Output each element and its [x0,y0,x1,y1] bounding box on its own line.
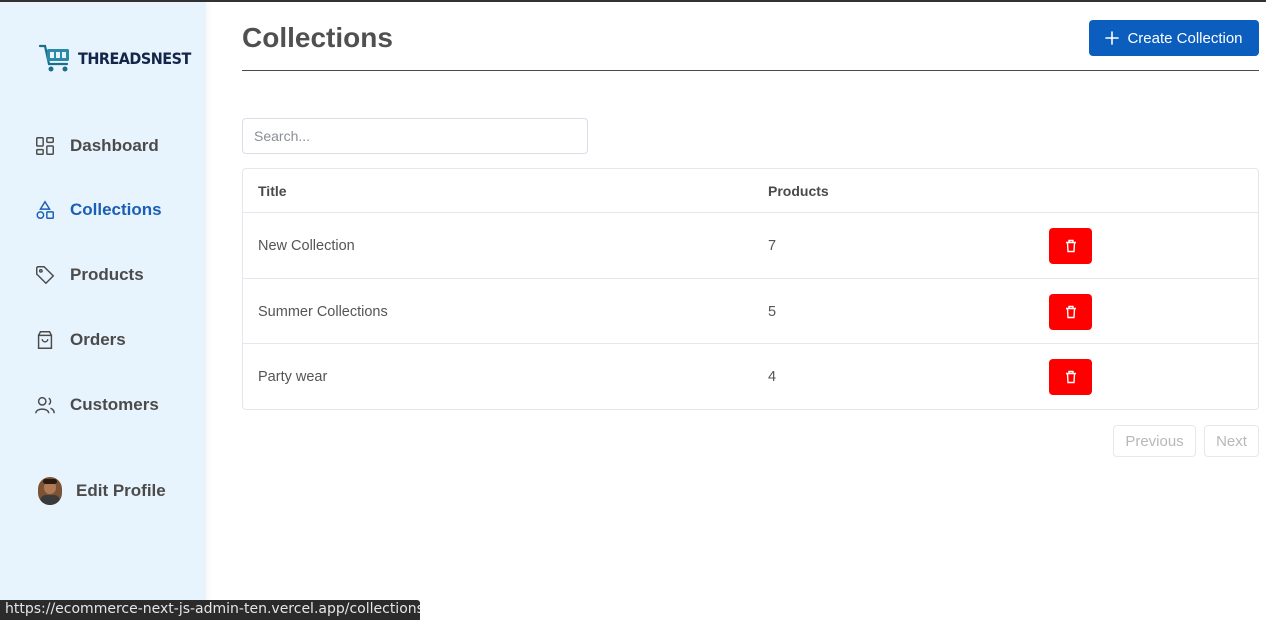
avatar [38,477,62,505]
page-title: Collections [242,22,393,53]
brand-name: THREADSNEST [78,48,191,68]
collection-title[interactable]: Summer Collections [258,304,388,320]
sidebar-item-collections[interactable]: Collections [34,199,162,221]
create-collection-button[interactable]: Create Collection [1089,20,1259,56]
shopping-bag-icon [37,331,53,349]
sidebar-item-orders[interactable]: Orders [34,329,126,351]
collection-product-count: 7 [768,238,777,254]
delete-button[interactable] [1049,293,1092,330]
status-bar-url: https://ecommerce-next-js-admin-ten.verc… [0,600,420,620]
header-divider [242,70,1259,71]
column-header-products[interactable]: Products [768,183,829,199]
sidebar-item-products[interactable]: Products [34,264,144,286]
next-page-button[interactable]: Next [1204,425,1259,457]
sidebar-item-label: Products [70,265,144,284]
sidebar-item-label: Orders [70,330,126,349]
shopping-cart-icon [38,44,69,72]
sidebar-item-label: Dashboard [70,136,159,155]
table-header: Title Products [243,169,1258,213]
previous-page-button[interactable]: Previous [1113,425,1196,457]
users-icon [35,396,55,414]
table-row[interactable]: New Collection 7 [243,213,1258,279]
collection-product-count: 5 [768,303,777,320]
collection-title[interactable]: Party wear [258,369,327,385]
sidebar-item-label: Customers [70,395,159,414]
create-collection-label: Create Collection [1127,29,1243,47]
plus-icon [1105,31,1120,45]
sidebar-item-label: Collections [70,200,162,219]
sidebar: THREADSNEST Dashboard Collections Produc… [0,2,206,620]
trash-icon [1065,305,1076,318]
dashboard-icon [36,137,54,155]
collection-product-count: 4 [768,369,777,385]
brand-logo[interactable]: THREADSNEST [38,40,191,76]
sidebar-item-customers[interactable]: Customers [34,394,159,416]
column-header-title[interactable]: Title [258,183,287,199]
shapes-icon [36,200,54,219]
trash-icon [1065,239,1076,253]
delete-button[interactable] [1049,359,1092,395]
sidebar-item-dashboard[interactable]: Dashboard [34,135,159,157]
delete-button[interactable] [1049,228,1092,264]
collection-title[interactable]: New Collection [258,238,355,254]
tag-icon [36,266,55,285]
trash-icon [1065,370,1076,384]
collections-table: Title Products New Collection 7 Summer C… [242,168,1259,410]
edit-profile-link[interactable]: Edit Profile [38,477,166,505]
edit-profile-label: Edit Profile [76,481,166,500]
table-row[interactable]: Summer Collections 5 [243,279,1258,344]
table-row[interactable]: Party wear 4 [243,344,1258,409]
search-input[interactable] [242,118,588,154]
